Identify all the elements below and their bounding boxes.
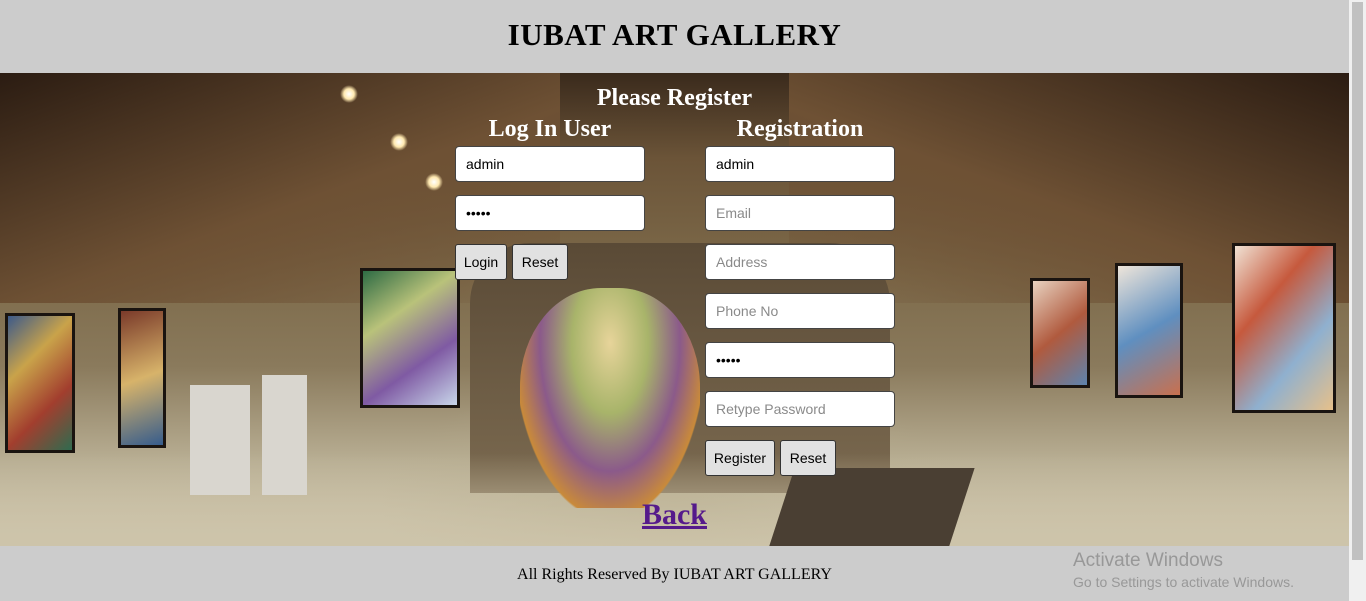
back-link-container: Back <box>0 498 1349 532</box>
reg-phone-input[interactable] <box>705 293 895 329</box>
painting <box>118 308 166 448</box>
footer-text: All Rights Reserved By IUBAT ART GALLERY <box>517 566 832 583</box>
reg-password-input[interactable] <box>705 342 895 378</box>
site-title: IUBAT ART GALLERY <box>507 17 842 52</box>
back-link[interactable]: Back <box>642 498 707 531</box>
reg-address-input[interactable] <box>705 244 895 280</box>
login-username-input[interactable] <box>455 146 645 182</box>
login-reset-button[interactable]: Reset <box>512 244 568 280</box>
sculpture-bust <box>520 288 700 508</box>
gallery-background: Please Register Log In User Registration… <box>0 73 1349 546</box>
vertical-scrollbar[interactable] <box>1349 0 1366 601</box>
login-title: Log In User <box>488 116 612 142</box>
pedestal <box>262 375 307 495</box>
register-button[interactable]: Register <box>705 440 775 476</box>
header: IUBAT ART GALLERY <box>0 0 1349 73</box>
registration-title: Registration <box>736 116 864 142</box>
painting <box>1232 243 1336 413</box>
reg-retype-password-input[interactable] <box>705 391 895 427</box>
login-password-input[interactable] <box>455 195 645 231</box>
painting <box>360 268 460 408</box>
login-button[interactable]: Login <box>455 244 507 280</box>
painting <box>5 313 75 453</box>
page-heading: Please Register <box>596 85 753 111</box>
painting <box>1115 263 1183 398</box>
windows-activation-watermark: Activate Windows Go to Settings to activ… <box>1073 550 1294 590</box>
reg-email-input[interactable] <box>705 195 895 231</box>
reg-username-input[interactable] <box>705 146 895 182</box>
spotlight <box>425 173 443 191</box>
watermark-line-1: Activate Windows <box>1073 550 1223 571</box>
reg-reset-button[interactable]: Reset <box>780 440 836 476</box>
spotlight <box>390 133 408 151</box>
painting <box>1030 278 1090 388</box>
pedestal <box>190 385 250 495</box>
scrollbar-thumb[interactable] <box>1352 2 1363 560</box>
watermark-line-2: Go to Settings to activate Windows. <box>1073 574 1294 590</box>
